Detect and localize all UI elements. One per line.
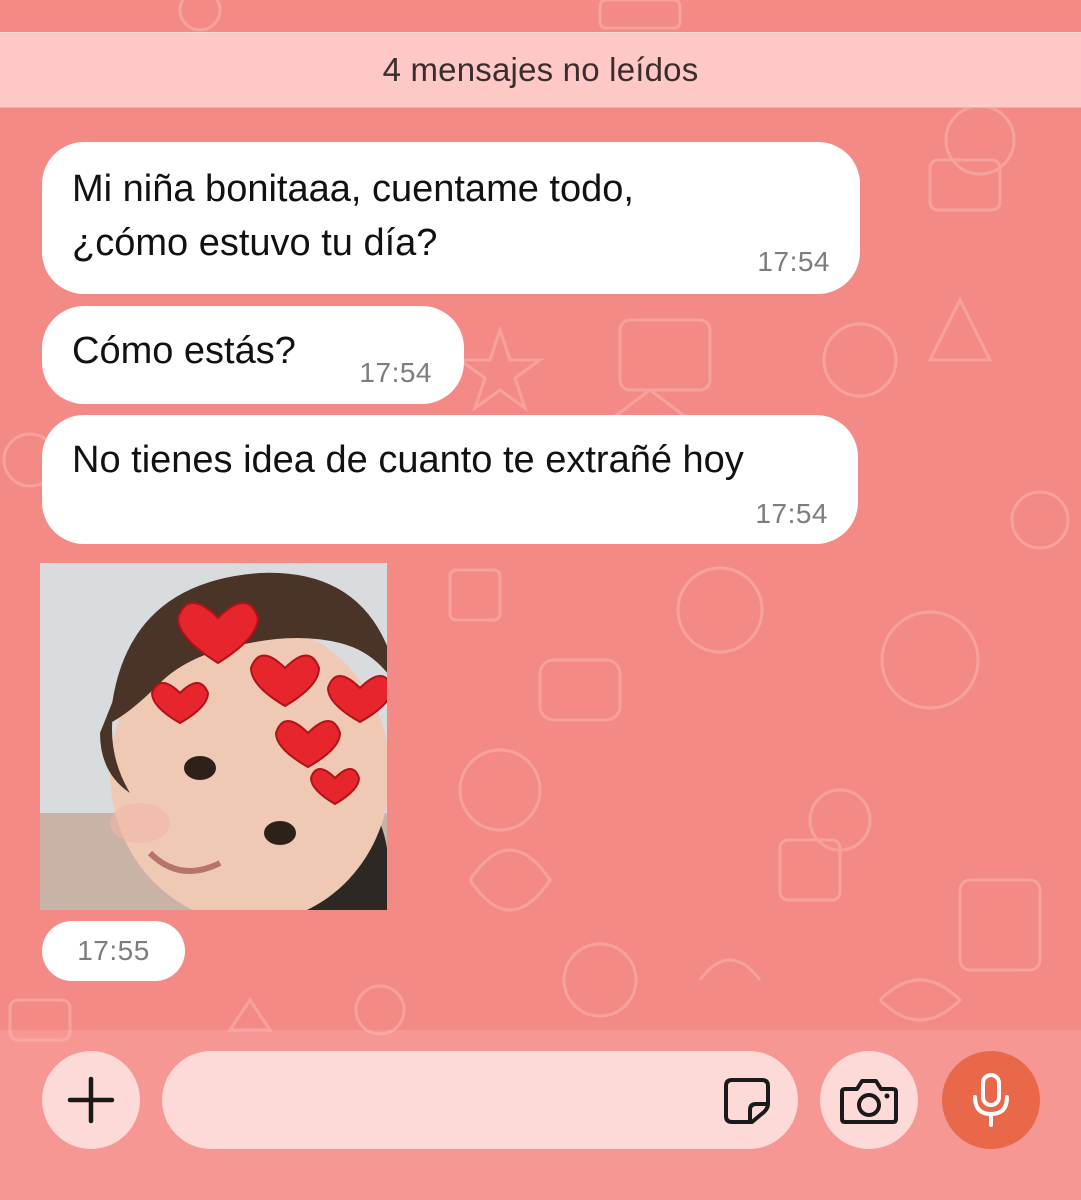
message-text: Cómo estás? [72,330,296,372]
message-bubble[interactable]: Mi niña bonitaaa, cuentame todo, ¿cómo e… [42,142,860,294]
sticker-icon[interactable] [722,1076,772,1126]
message-timestamp: 17:54 [757,246,830,277]
child-photo-with-hearts [40,563,387,910]
message-bubble[interactable]: Cómo estás? 17:54 [42,306,464,404]
unread-messages-banner: 4 mensajes no leídos [0,32,1081,108]
photo-timestamp: 17:55 [42,921,185,981]
voice-message-button[interactable] [942,1051,1040,1149]
message-timestamp: 17:54 [755,498,828,529]
message-text: No tienes idea de cuanto te extrañé hoy [72,439,744,481]
camera-button[interactable] [820,1051,918,1149]
plus-icon [67,1076,115,1124]
microphone-icon [973,1073,1009,1127]
message-input-box[interactable] [162,1051,798,1149]
message-input[interactable] [192,1071,712,1129]
photo-message[interactable] [40,563,387,910]
message-bubble[interactable]: No tienes idea de cuanto te extrañé hoy … [42,415,858,544]
attach-button[interactable] [42,1051,140,1149]
camera-icon [840,1079,898,1124]
message-text: Mi niña bonitaaa, cuentame todo, ¿cómo e… [72,168,634,264]
unread-messages-label: 4 mensajes no leídos [382,51,699,88]
message-timestamp: 17:54 [359,357,432,388]
